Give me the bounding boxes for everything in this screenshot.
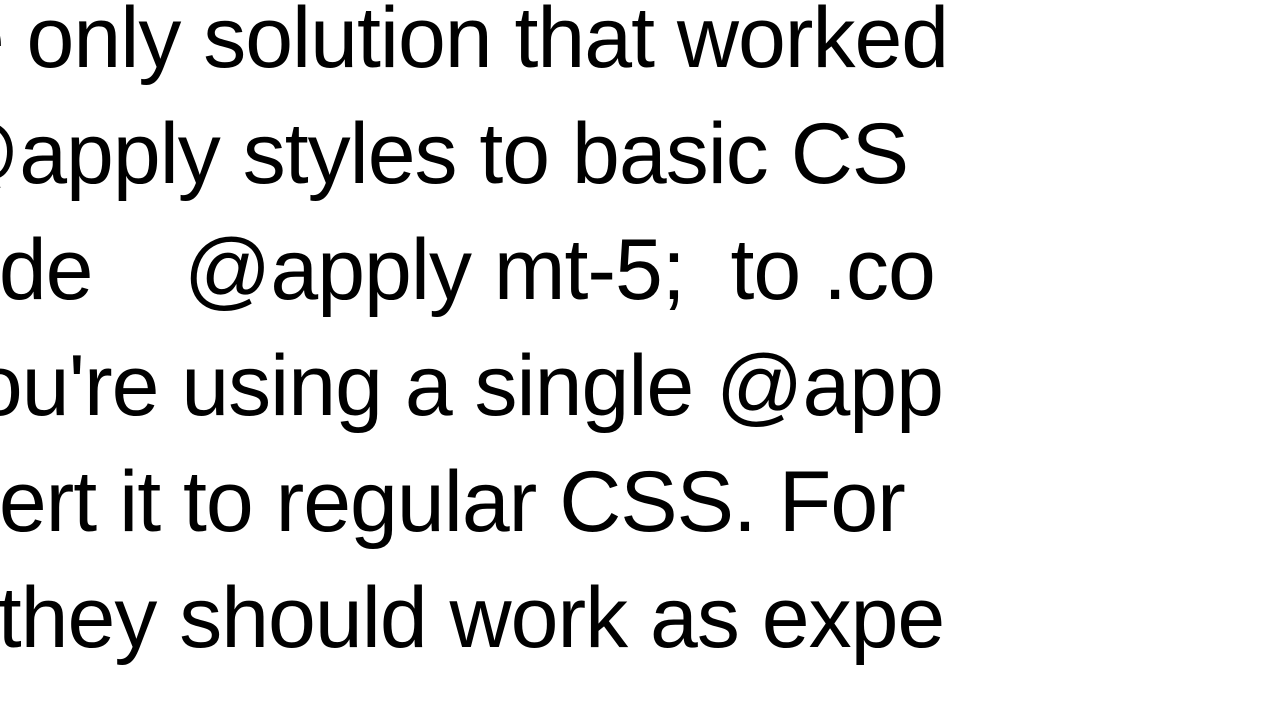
body-text: he only solution that worked @apply styl… [0,0,1280,677]
